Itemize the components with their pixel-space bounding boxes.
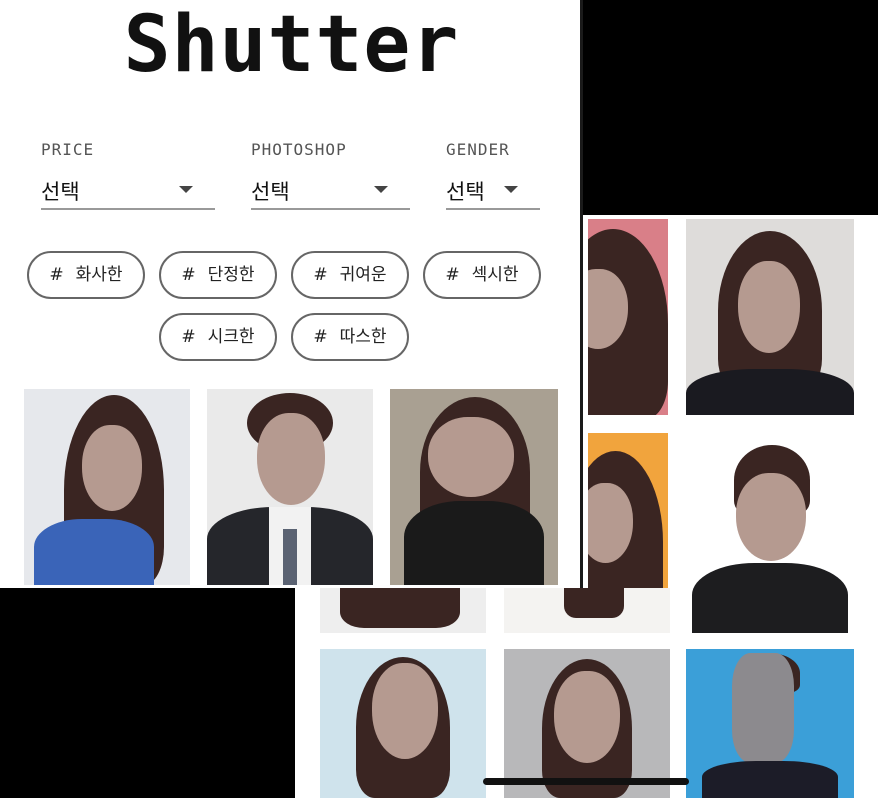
face-blur — [736, 473, 806, 561]
face-blur — [732, 653, 794, 763]
face-blur — [554, 671, 620, 763]
clothing-shape — [702, 761, 838, 798]
tag-label: 따스한 — [339, 327, 387, 347]
filter-label-price: PRICE — [41, 140, 95, 159]
photo-thumbnail[interactable] — [207, 389, 373, 585]
tag-chip[interactable]: # 귀여운 — [291, 251, 409, 299]
front-screen: Shutter PRICE 선택 PHOTOSHOP 선택 GENDER 선택 … — [0, 0, 583, 588]
face-blur — [428, 417, 514, 497]
tag-label: 귀여운 — [339, 265, 387, 285]
tag-chip[interactable]: # 섹시한 — [423, 251, 541, 299]
photo-thumbnail[interactable] — [588, 219, 668, 415]
hair-shape — [564, 588, 624, 618]
black-region-top-right — [583, 0, 878, 215]
photo-thumbnail[interactable] — [686, 219, 854, 415]
price-select-value: 선택 — [41, 180, 80, 204]
hash-icon: # — [313, 265, 328, 285]
tag-chip[interactable]: # 따스한 — [291, 313, 409, 361]
face-blur — [82, 425, 142, 511]
photo-thumbnail[interactable] — [504, 588, 670, 633]
gender-select[interactable]: 선택 — [446, 172, 540, 210]
photoshop-select-value: 선택 — [251, 180, 290, 204]
chevron-down-icon — [374, 186, 388, 193]
hash-icon: # — [181, 265, 196, 285]
photo-thumbnail[interactable] — [686, 649, 854, 798]
face-blur — [257, 413, 325, 505]
black-region-bottom-left — [0, 588, 295, 798]
hash-icon: # — [313, 327, 328, 347]
chevron-down-icon — [179, 186, 193, 193]
photo-thumbnail[interactable] — [24, 389, 190, 585]
clothing-shape — [404, 501, 544, 585]
clothing-shape — [34, 519, 154, 585]
hash-icon: # — [445, 265, 460, 285]
photo-thumbnail[interactable] — [390, 389, 558, 585]
photo-thumbnail[interactable] — [504, 649, 670, 798]
hash-icon: # — [49, 265, 64, 285]
filter-label-gender: GENDER — [446, 140, 510, 159]
face-blur — [738, 261, 800, 353]
clothing-shape — [686, 369, 854, 415]
tag-label: 단정한 — [207, 265, 255, 285]
tag-label: 섹시한 — [471, 265, 519, 285]
photo-thumbnail[interactable] — [686, 433, 854, 633]
filter-label-photoshop: PHOTOSHOP — [251, 140, 347, 159]
tag-chip[interactable]: # 단정한 — [159, 251, 277, 299]
photoshop-select[interactable]: 선택 — [251, 172, 410, 210]
photo-thumbnail[interactable] — [320, 649, 486, 798]
photo-thumbnail[interactable] — [320, 588, 486, 633]
price-select[interactable]: 선택 — [41, 172, 215, 210]
home-indicator — [483, 778, 689, 785]
clothing-shape — [692, 563, 848, 633]
tag-label: 시크한 — [207, 327, 255, 347]
face-blur — [372, 663, 438, 759]
hair-shape — [340, 588, 460, 628]
tag-label: 화사한 — [75, 265, 123, 285]
app-title: Shutter — [123, 0, 460, 90]
hash-icon: # — [181, 327, 196, 347]
tag-chip[interactable]: # 화사한 — [27, 251, 145, 299]
chevron-down-icon — [504, 186, 518, 193]
tag-chip[interactable]: # 시크한 — [159, 313, 277, 361]
tie-shape — [283, 529, 297, 585]
gender-select-value: 선택 — [446, 180, 485, 204]
